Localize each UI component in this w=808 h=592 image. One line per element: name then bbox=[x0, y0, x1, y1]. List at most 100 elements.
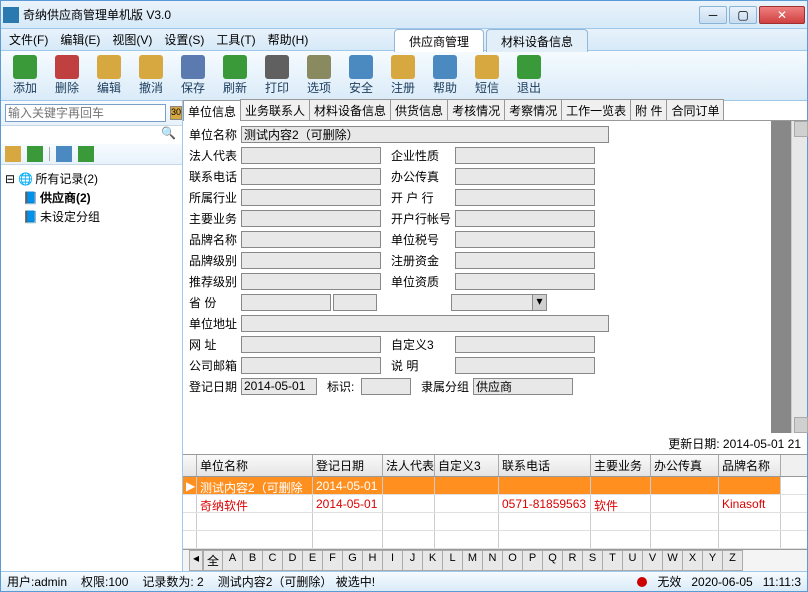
table-row[interactable]: 奇纳软件2014-05-010571-81859563软件Kinasoft bbox=[183, 495, 807, 513]
alpha-L[interactable]: L bbox=[443, 550, 463, 571]
tool-undo[interactable]: 撤消 bbox=[135, 55, 167, 96]
menu-help[interactable]: 帮助(H) bbox=[264, 29, 313, 50]
field-province2[interactable] bbox=[333, 294, 377, 311]
alpha-Y[interactable]: Y bbox=[703, 550, 723, 571]
field-enterprise-type[interactable] bbox=[455, 147, 595, 164]
field-combo[interactable]: ▾ bbox=[451, 294, 547, 311]
maximize-button[interactable]: ▢ bbox=[729, 6, 757, 24]
tool-register[interactable]: 注册 bbox=[387, 55, 419, 96]
tool-edit[interactable]: 编辑 bbox=[93, 55, 125, 96]
field-brand[interactable] bbox=[241, 231, 381, 248]
alpha-O[interactable]: O bbox=[503, 550, 523, 571]
menu-file[interactable]: 文件(F) bbox=[5, 29, 52, 50]
alpha-I[interactable]: I bbox=[383, 550, 403, 571]
tool-sms[interactable]: 短信 bbox=[471, 55, 503, 96]
col-header[interactable]: 主要业务 bbox=[591, 455, 651, 476]
field-custom3[interactable] bbox=[455, 336, 595, 353]
field-desc[interactable] bbox=[455, 357, 595, 374]
tool-print[interactable]: 打印 bbox=[261, 55, 293, 96]
refresh-icon[interactable] bbox=[56, 146, 72, 162]
alpha-D[interactable]: D bbox=[283, 550, 303, 571]
field-rec-level[interactable] bbox=[241, 273, 381, 290]
calendar-icon[interactable]: 30 bbox=[170, 106, 182, 120]
alpha-M[interactable]: M bbox=[463, 550, 483, 571]
field-flag[interactable] bbox=[361, 378, 411, 395]
table-row[interactable]: ▶测试内容2（可删除2014-05-01 bbox=[183, 477, 807, 495]
tree-supplier[interactable]: 📘 供应商(2) bbox=[21, 188, 180, 207]
subtab-7[interactable]: 附 件 bbox=[630, 99, 667, 120]
subtab-5[interactable]: 考察情况 bbox=[504, 99, 562, 120]
alpha-K[interactable]: K bbox=[423, 550, 443, 571]
field-legal-rep[interactable] bbox=[241, 147, 381, 164]
alpha-S[interactable]: S bbox=[583, 550, 603, 571]
field-reg-date[interactable] bbox=[241, 378, 317, 395]
alpha-H[interactable]: H bbox=[363, 550, 383, 571]
alpha-C[interactable]: C bbox=[263, 550, 283, 571]
alpha-J[interactable]: J bbox=[403, 550, 423, 571]
vscrollbar[interactable] bbox=[791, 121, 807, 433]
alpha-U[interactable]: U bbox=[623, 550, 643, 571]
tab-material-info[interactable]: 材料设备信息 bbox=[486, 29, 588, 52]
tool-option[interactable]: 选项 bbox=[303, 55, 335, 96]
field-bank[interactable] bbox=[455, 189, 595, 206]
field-email[interactable] bbox=[241, 357, 381, 374]
alpha-Q[interactable]: Q bbox=[543, 550, 563, 571]
minimize-button[interactable]: ─ bbox=[699, 6, 727, 24]
col-header[interactable]: 联系电话 bbox=[499, 455, 591, 476]
magnifier-icon[interactable]: 🔍 bbox=[161, 126, 176, 140]
alpha-V[interactable]: V bbox=[643, 550, 663, 571]
alpha-B[interactable]: B bbox=[243, 550, 263, 571]
tool-security[interactable]: 安全 bbox=[345, 55, 377, 96]
col-header[interactable]: 品牌名称 bbox=[719, 455, 781, 476]
tab-supplier-manage[interactable]: 供应商管理 bbox=[394, 29, 484, 52]
tool-save[interactable]: 保存 bbox=[177, 55, 209, 96]
subtab-8[interactable]: 合同订单 bbox=[666, 99, 724, 120]
field-group[interactable] bbox=[473, 378, 573, 395]
subtab-0[interactable]: 单位信息 bbox=[183, 100, 241, 121]
col-header[interactable]: 登记日期 bbox=[313, 455, 383, 476]
field-business[interactable] bbox=[241, 210, 381, 227]
tree-root[interactable]: ⊟ 🌐 所有记录(2) bbox=[3, 169, 180, 188]
menu-settings[interactable]: 设置(S) bbox=[160, 29, 208, 50]
alpha-A[interactable]: A bbox=[223, 550, 243, 571]
subtab-2[interactable]: 材料设备信息 bbox=[309, 99, 391, 120]
tool-help[interactable]: 帮助 bbox=[429, 55, 461, 96]
tool-add[interactable]: 添加 bbox=[9, 55, 41, 96]
field-tax-id[interactable] bbox=[455, 231, 595, 248]
field-brand-level[interactable] bbox=[241, 252, 381, 269]
subtab-1[interactable]: 业务联系人 bbox=[240, 99, 310, 120]
alpha-N[interactable]: N bbox=[483, 550, 503, 571]
splitter[interactable] bbox=[771, 121, 791, 433]
field-address[interactable] bbox=[241, 315, 609, 332]
col-header[interactable]: 办公传真 bbox=[651, 455, 719, 476]
col-header[interactable]: 单位名称 bbox=[197, 455, 313, 476]
menu-tools[interactable]: 工具(T) bbox=[212, 29, 259, 50]
col-header[interactable]: 法人代表 bbox=[383, 455, 435, 476]
alpha-left[interactable]: ◂ bbox=[189, 550, 203, 571]
tool-refresh[interactable]: 刷新 bbox=[219, 55, 251, 96]
col-header[interactable]: 自定义3 bbox=[435, 455, 499, 476]
refresh2-icon[interactable] bbox=[78, 146, 94, 162]
alpha-E[interactable]: E bbox=[303, 550, 323, 571]
alpha-F[interactable]: F bbox=[323, 550, 343, 571]
tool-exit[interactable]: 退出 bbox=[513, 55, 545, 96]
field-capital[interactable] bbox=[455, 252, 595, 269]
tool-icon-2[interactable] bbox=[27, 146, 43, 162]
subtab-6[interactable]: 工作一览表 bbox=[561, 99, 631, 120]
alpha-W[interactable]: W bbox=[663, 550, 683, 571]
subtab-4[interactable]: 考核情况 bbox=[447, 99, 505, 120]
alpha-T[interactable]: T bbox=[603, 550, 623, 571]
field-unit-name[interactable] bbox=[241, 126, 609, 143]
alpha-Z[interactable]: Z bbox=[723, 550, 743, 571]
alpha-all[interactable]: 全 bbox=[203, 550, 223, 571]
close-button[interactable]: ✕ bbox=[759, 6, 805, 24]
tool-delete[interactable]: 删除 bbox=[51, 55, 83, 96]
field-fax[interactable] bbox=[455, 168, 595, 185]
field-website[interactable] bbox=[241, 336, 381, 353]
alpha-X[interactable]: X bbox=[683, 550, 703, 571]
menu-edit[interactable]: 编辑(E) bbox=[56, 29, 104, 50]
alpha-P[interactable]: P bbox=[523, 550, 543, 571]
field-province[interactable] bbox=[241, 294, 331, 311]
tree-unassigned[interactable]: 📘 未设定分组 bbox=[21, 207, 180, 226]
field-qualification[interactable] bbox=[455, 273, 595, 290]
